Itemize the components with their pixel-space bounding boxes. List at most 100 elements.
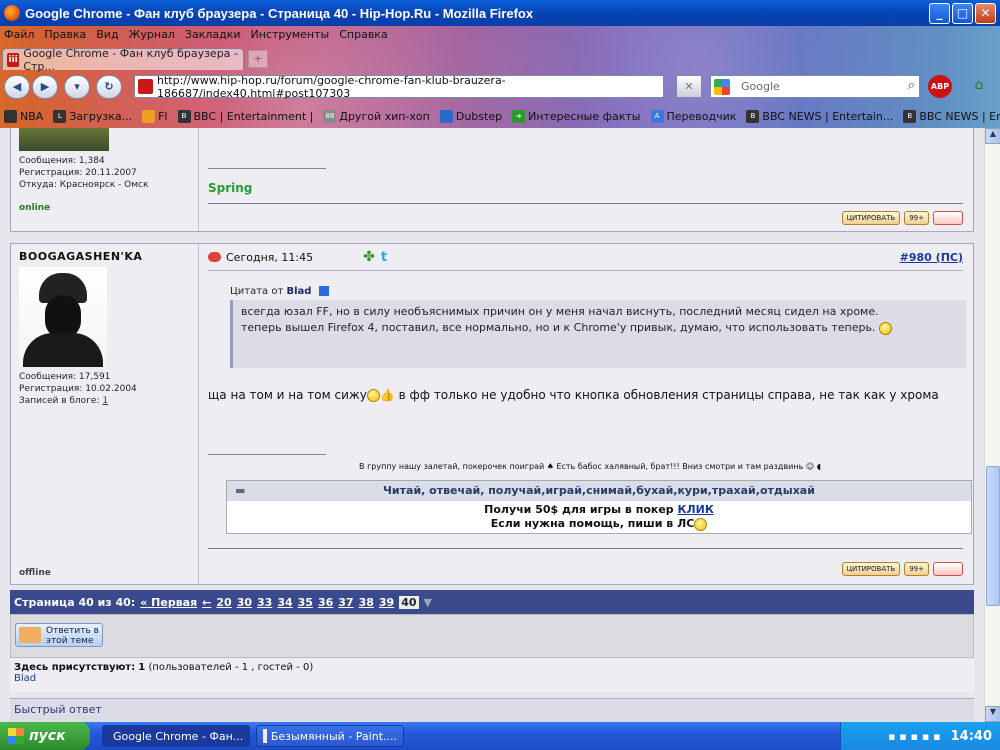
post-number-link[interactable]: #980 xyxy=(900,251,932,264)
bookmark-nba[interactable]: NBA xyxy=(4,109,43,123)
lam-icon: L xyxy=(53,109,67,123)
clover-icon[interactable]: ✤ xyxy=(363,249,375,265)
scroll-up-button[interactable]: ▲ xyxy=(985,128,1000,144)
user-avatar xyxy=(19,267,107,367)
page-prev[interactable]: ← xyxy=(202,596,211,609)
page-34[interactable]: 34 xyxy=(277,596,292,609)
username[interactable]: BOOGAGASHEN'KA xyxy=(19,250,190,263)
presence-user[interactable]: Blad xyxy=(14,673,36,684)
new-tab-button[interactable]: + xyxy=(248,50,268,68)
ps-link[interactable]: ПС xyxy=(941,251,958,264)
header-divider xyxy=(208,270,963,271)
page-39[interactable]: 39 xyxy=(379,596,394,609)
taskbar: пуск Google Chrome - Фан... Безымянный -… xyxy=(0,722,1000,750)
post-author-sidebar: Сообщения: 1,384 Регистрация: 20.11.2007… xyxy=(11,128,199,231)
quick-reply-button[interactable] xyxy=(933,562,963,576)
search-input[interactable]: Google ⌕ xyxy=(710,75,920,98)
folder-icon xyxy=(142,109,156,123)
reply-icon xyxy=(19,627,41,643)
bookmark-fl[interactable]: Fl xyxy=(142,109,168,123)
signature-line: В группу нашу залетай, покерочек поиграй… xyxy=(359,462,821,471)
forum-post-previous: Сообщения: 1,384 Регистрация: 20.11.2007… xyxy=(10,128,974,232)
user-location: Откуда: Красноярск - Омск xyxy=(19,180,149,190)
bookmark-facts[interactable]: ➜ Интересные факты xyxy=(512,109,641,123)
taskbar-firefox[interactable]: Google Chrome - Фан... xyxy=(102,725,250,747)
reload-button[interactable]: ↻ xyxy=(96,75,122,99)
adblock-icon[interactable]: ABP xyxy=(928,75,952,98)
reply-button[interactable]: Ответить в этой теме xyxy=(15,623,103,647)
page-first[interactable]: « Первая xyxy=(140,596,197,609)
bookmark-other-hiphop[interactable]: 88 Другой хип-хоп xyxy=(323,109,430,123)
menu-history[interactable]: Журнал xyxy=(125,26,181,44)
multiquote-button[interactable]: 99+ xyxy=(904,211,929,225)
reply-area: Ответить в этой теме xyxy=(10,614,974,658)
menu-bookmarks[interactable]: Закладки xyxy=(181,26,247,44)
quick-reply-header[interactable]: Быстрый ответ xyxy=(10,698,974,722)
dubstep-icon xyxy=(439,109,453,123)
bookmarks-bar: NBA L Загрузка... Fl B BBC | Entertainment… xyxy=(0,105,1000,127)
page-indicator: Страница 40 из 40: xyxy=(14,595,136,609)
menu-edit[interactable]: Правка xyxy=(40,26,92,44)
quote-button[interactable]: ЦИТИРОВАТЬ xyxy=(841,211,901,225)
menu-tools[interactable]: Инструменты xyxy=(247,26,336,44)
browser-chrome: Файл Правка Вид Журнал Закладки Инструме… xyxy=(0,26,1000,128)
page-30[interactable]: 30 xyxy=(237,596,252,609)
close-button[interactable]: ✕ xyxy=(975,3,996,24)
browser-tab[interactable]: iii Google Chrome - Фан клуб браузера - … xyxy=(2,47,244,73)
quote-author[interactable]: Blad xyxy=(286,286,311,297)
bookmark-bbc-news-1[interactable]: B BBC NEWS | Entertain... xyxy=(746,109,893,123)
twitter-icon[interactable]: t xyxy=(381,250,387,265)
bookmark-dubstep[interactable]: Dubstep xyxy=(439,109,502,123)
site-favicon-icon: iii xyxy=(7,52,20,67)
scroll-thumb[interactable] xyxy=(986,466,1000,606)
bookmark-loading[interactable]: L Загрузка... xyxy=(53,109,132,123)
bookmark-bbc-news-2[interactable]: BBBC NEWS | Entertain... xyxy=(903,109,1000,123)
history-dropdown-icon[interactable]: ▾ xyxy=(64,75,90,99)
search-placeholder: Google xyxy=(741,80,780,93)
menu-file[interactable]: Файл xyxy=(0,26,40,44)
blog-count-link[interactable]: 1 xyxy=(102,396,108,406)
taskbar-paint[interactable]: Безымянный - Paint.... xyxy=(256,725,404,747)
collapse-icon[interactable]: ▬ xyxy=(235,481,245,501)
vertical-scrollbar[interactable]: ▲ ▼ xyxy=(984,128,1000,722)
quote-block: всегда юзал FF, но в силу необъяснимых п… xyxy=(230,300,966,368)
page-current: 40 xyxy=(399,595,419,609)
start-button[interactable]: пуск xyxy=(0,722,90,750)
quote-button[interactable]: ЦИТИРОВАТЬ xyxy=(841,562,901,576)
post-divider xyxy=(208,548,963,549)
maximize-button[interactable]: □ xyxy=(952,3,973,24)
url-bar[interactable]: http://www.hip-hop.ru/forum/google-chrom… xyxy=(134,74,780,100)
tray-icons[interactable]: ▪ ▪ ▪ ▪ ▪ xyxy=(888,730,941,743)
forward-button[interactable]: ▶ xyxy=(32,75,58,99)
bbc-icon: B xyxy=(746,109,760,123)
page-37[interactable]: 37 xyxy=(338,596,353,609)
page-35[interactable]: 35 xyxy=(298,596,313,609)
stop-button[interactable]: ✕ xyxy=(676,75,702,98)
banner-body: Получи 50$ для игры в покер КЛИК Если ну… xyxy=(484,503,714,531)
bookmark-bbc-ent[interactable]: B BBC | Entertainment | xyxy=(177,109,313,123)
google-icon xyxy=(714,79,730,95)
back-button[interactable]: ◀ xyxy=(4,75,30,99)
scroll-down-button[interactable]: ▼ xyxy=(985,706,1000,722)
poker-link[interactable]: КЛИК xyxy=(678,503,714,516)
page-menu-icon[interactable]: ▼ xyxy=(424,596,432,609)
bookmark-translator[interactable]: A Переводчик xyxy=(650,109,736,123)
page-36[interactable]: 36 xyxy=(318,596,333,609)
minimize-button[interactable]: _ xyxy=(929,3,950,24)
quote-line-2: теперь вышел Firefox 4, поставил, все но… xyxy=(241,320,958,336)
presence-count: 1 xyxy=(138,662,146,673)
page-33[interactable]: 33 xyxy=(257,596,272,609)
smiley-icon xyxy=(878,321,892,335)
menu-help[interactable]: Справка xyxy=(335,26,393,44)
multiquote-button[interactable]: 99+ xyxy=(904,562,929,576)
search-icon[interactable]: ⌕ xyxy=(908,78,915,93)
menu-bar: Файл Правка Вид Журнал Закладки Инструме… xyxy=(0,26,394,44)
view-post-icon[interactable] xyxy=(318,286,329,296)
user-registration: Регистрация: 10.02.2004 xyxy=(19,384,137,394)
url-favicon-icon xyxy=(138,79,153,94)
page-20[interactable]: 20 xyxy=(216,596,231,609)
quick-reply-button[interactable] xyxy=(933,211,963,225)
home-icon[interactable]: ⌂ xyxy=(966,75,992,98)
page-38[interactable]: 38 xyxy=(359,596,374,609)
menu-view[interactable]: Вид xyxy=(92,26,124,44)
